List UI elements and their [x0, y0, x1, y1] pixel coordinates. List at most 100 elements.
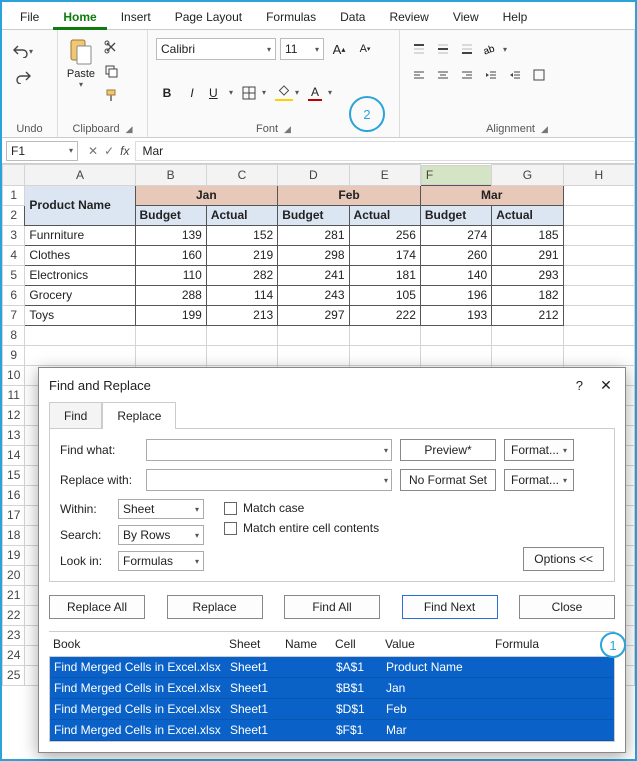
borders-button[interactable]: ▾	[239, 82, 269, 104]
enter-formula-icon[interactable]: ✓	[104, 144, 114, 158]
cell-value[interactable]: 213	[206, 305, 277, 325]
cell-blank[interactable]	[420, 325, 491, 345]
bold-button[interactable]: B	[156, 82, 178, 104]
cell-blank[interactable]	[563, 345, 634, 365]
result-row[interactable]: Find Merged Cells in Excel.xlsxSheet1$D$…	[50, 699, 614, 720]
within-select[interactable]: Sheet▾	[118, 499, 204, 519]
cell-blank[interactable]	[278, 325, 349, 345]
row-header-8[interactable]: 8	[3, 325, 25, 345]
cell-name[interactable]: Grocery	[25, 285, 135, 305]
font-size-select[interactable]: 11▾	[280, 38, 324, 60]
row-header-23[interactable]: 23	[3, 625, 25, 645]
cell-actual[interactable]: Actual	[349, 205, 420, 225]
cell-value[interactable]: 152	[206, 225, 277, 245]
redo-button[interactable]	[12, 66, 34, 88]
options-button[interactable]: Options <<	[523, 547, 604, 571]
cell-value[interactable]: 193	[420, 305, 491, 325]
close-icon[interactable]: ✕	[597, 376, 615, 394]
format-painter-button[interactable]	[100, 84, 122, 106]
decrease-indent-button[interactable]	[480, 64, 502, 86]
find-format-button[interactable]: Format...▾	[504, 439, 574, 461]
cell-product-name[interactable]: Product Name	[25, 185, 135, 225]
cell-blank[interactable]	[563, 325, 634, 345]
help-icon[interactable]: ?	[576, 378, 583, 393]
cell-blank[interactable]	[135, 345, 206, 365]
row-header-16[interactable]: 16	[3, 485, 25, 505]
match-case-checkbox[interactable]	[224, 502, 237, 515]
cell-blank[interactable]	[25, 325, 135, 345]
col-header-B[interactable]: B	[135, 165, 206, 186]
fx-icon[interactable]: fx	[120, 144, 135, 158]
underline-button[interactable]: U▾	[206, 82, 236, 104]
cell-blank[interactable]	[563, 305, 634, 325]
row-header-24[interactable]: 24	[3, 645, 25, 665]
cell-value[interactable]: 297	[278, 305, 349, 325]
row-header-5[interactable]: 5	[3, 265, 25, 285]
replace-button[interactable]: Replace	[167, 595, 263, 619]
undo-button[interactable]: ▾	[12, 40, 34, 62]
tab-view[interactable]: View	[443, 6, 489, 29]
cell-budget[interactable]: Budget	[135, 205, 206, 225]
cancel-formula-icon[interactable]: ✕	[88, 144, 98, 158]
tab-home[interactable]: Home	[53, 6, 106, 30]
row-header-6[interactable]: 6	[3, 285, 25, 305]
tab-insert[interactable]: Insert	[111, 6, 161, 29]
cell-value[interactable]: 274	[420, 225, 491, 245]
alignment-launcher-icon[interactable]: ◢	[541, 124, 548, 135]
cell-blank[interactable]	[25, 345, 135, 365]
cell-value[interactable]: 243	[278, 285, 349, 305]
align-top-button[interactable]	[408, 38, 430, 60]
cell-value[interactable]: 293	[492, 265, 563, 285]
replace-format-button[interactable]: Format...▾	[504, 469, 574, 491]
cell-value[interactable]: 260	[420, 245, 491, 265]
orientation-button[interactable]: ab▾	[480, 38, 510, 60]
row-header-4[interactable]: 4	[3, 245, 25, 265]
cell-blank[interactable]	[563, 265, 634, 285]
paste-label[interactable]: Paste	[67, 68, 95, 80]
row-header-18[interactable]: 18	[3, 525, 25, 545]
row-header-9[interactable]: 9	[3, 345, 25, 365]
col-header-H[interactable]: H	[563, 165, 634, 186]
cell-name[interactable]: Electronics	[25, 265, 135, 285]
clipboard-launcher-icon[interactable]: ◢	[126, 124, 133, 135]
cell-name[interactable]: Toys	[25, 305, 135, 325]
cell-actual[interactable]: Actual	[206, 205, 277, 225]
cell-value[interactable]: 256	[349, 225, 420, 245]
cell-H1[interactable]	[563, 185, 634, 205]
replace-all-button[interactable]: Replace All	[49, 595, 145, 619]
match-entire-checkbox[interactable]	[224, 522, 237, 535]
cell-blank[interactable]	[349, 345, 420, 365]
cell-month-feb[interactable]: Feb	[278, 185, 421, 205]
cell-value[interactable]: 298	[278, 245, 349, 265]
formula-input[interactable]: Mar	[135, 141, 635, 161]
cut-button[interactable]	[100, 36, 122, 58]
cell-blank[interactable]	[349, 325, 420, 345]
row-header-1[interactable]: 1	[3, 185, 25, 205]
cell-value[interactable]: 291	[492, 245, 563, 265]
cell-value[interactable]: 199	[135, 305, 206, 325]
cell-actual[interactable]: Actual	[492, 205, 563, 225]
cell-value[interactable]: 281	[278, 225, 349, 245]
cell-budget[interactable]: Budget	[420, 205, 491, 225]
cell-value[interactable]: 185	[492, 225, 563, 245]
align-bottom-button[interactable]	[456, 38, 478, 60]
cell-H2[interactable]	[563, 205, 634, 225]
find-what-input[interactable]: ▾	[146, 439, 392, 461]
increase-indent-button[interactable]	[504, 64, 526, 86]
select-all-cell[interactable]	[3, 165, 25, 186]
row-header-3[interactable]: 3	[3, 225, 25, 245]
cell-value[interactable]: 222	[349, 305, 420, 325]
cell-value[interactable]: 196	[420, 285, 491, 305]
wrap-text-button[interactable]	[528, 64, 550, 86]
cell-value[interactable]: 139	[135, 225, 206, 245]
cell-name[interactable]: Funrniture	[25, 225, 135, 245]
tab-file[interactable]: File	[10, 6, 49, 29]
font-launcher-icon[interactable]: ◢	[284, 124, 291, 135]
cell-blank[interactable]	[206, 345, 277, 365]
row-header-11[interactable]: 11	[3, 385, 25, 405]
cell-value[interactable]: 114	[206, 285, 277, 305]
close-button[interactable]: Close	[519, 595, 615, 619]
cell-value[interactable]: 105	[349, 285, 420, 305]
find-all-button[interactable]: Find All	[284, 595, 380, 619]
cell-month-jan[interactable]: Jan	[135, 185, 278, 205]
